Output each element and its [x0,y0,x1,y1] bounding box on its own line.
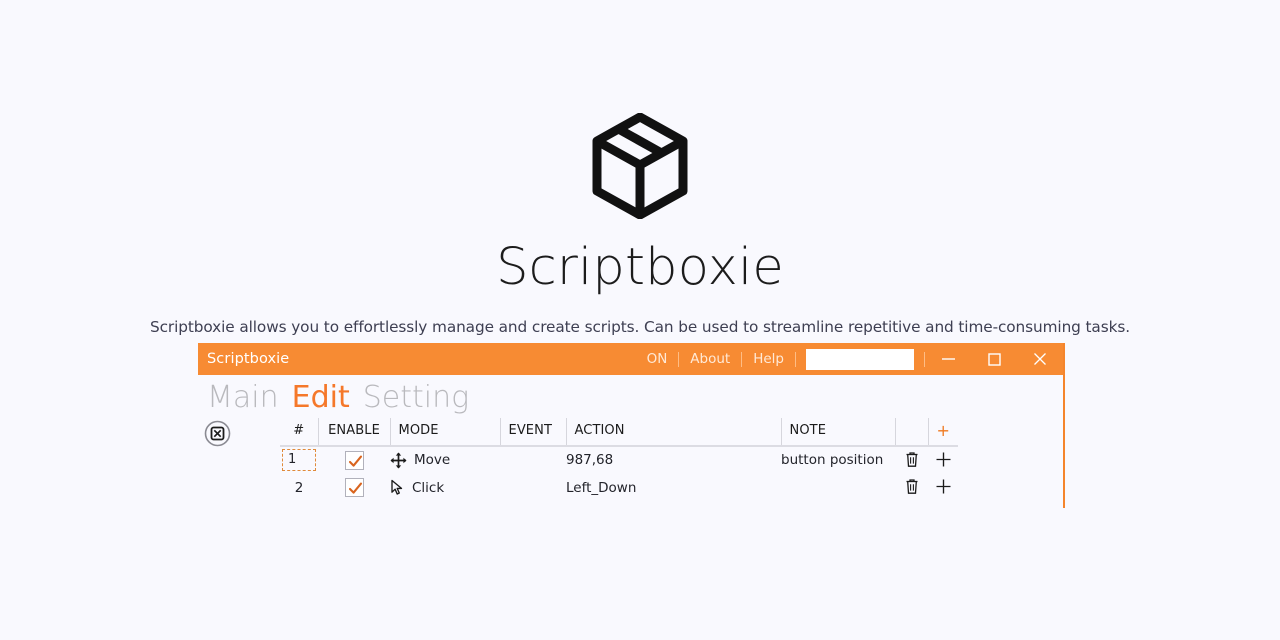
page-subtitle: Scriptboxie allows you to effortlessly m… [150,318,1130,336]
enable-checkbox[interactable] [344,478,364,497]
plus-icon[interactable] [932,448,954,470]
script-steps-table: # ENABLE MODE EVENT ACTION NOTE + 1 Move… [280,417,958,502]
row-delete-cell[interactable] [895,446,928,474]
column-header-note: NOTE [781,417,896,447]
row-add-cell[interactable] [928,446,958,474]
minimize-button[interactable] [925,343,971,375]
row-index-value[interactable]: 1 [282,449,316,471]
row-enable-cell[interactable] [318,446,390,474]
titlebar-divider [678,351,680,367]
titlebar-divider [741,351,743,367]
column-header-event: EVENT [500,417,567,447]
row-mode-cell[interactable]: Click [390,474,500,502]
titlebar-search-input[interactable] [806,348,914,370]
about-menu-item[interactable]: About [679,343,741,375]
row-add-cell[interactable] [928,474,958,502]
tab-setting[interactable]: Setting [363,382,469,414]
tab-bar: Main Edit Setting [198,375,1063,414]
table-row[interactable]: 2 Click Left_Down [280,474,958,502]
close-icon [1033,352,1047,366]
add-row-button[interactable]: + [928,417,958,447]
table-header-row: # ENABLE MODE EVENT ACTION NOTE + [280,417,958,447]
row-index-cell[interactable]: 1 [280,446,318,474]
maximize-icon [987,352,1001,366]
window-title: Scriptboxie [207,351,290,367]
tab-main[interactable]: Main [207,382,279,414]
column-header-delete [895,417,929,447]
column-header-enable: ENABLE [318,417,391,447]
row-mode-label: Click [412,479,445,496]
app-window: Scriptboxie ON About Help Main Edit Sett… [198,343,1065,508]
titlebar-divider [795,351,796,367]
enable-checkbox[interactable] [344,450,364,470]
row-action-cell[interactable]: 987,68 [566,446,781,474]
row-delete-cell[interactable] [895,474,928,502]
row-mode-cell[interactable]: Move [390,446,500,474]
row-index-value[interactable]: 2 [295,480,304,496]
trash-icon[interactable] [901,448,923,470]
page-root: Scriptboxie Scriptboxie allows you to ef… [0,0,1280,640]
page-title: Scriptboxie [496,238,784,297]
maximize-button[interactable] [971,343,1017,375]
stop-boxed-x-icon[interactable] [203,420,231,448]
column-header-mode: MODE [390,417,501,447]
row-mode-label: Move [414,452,451,468]
logo-wrap [0,108,1280,224]
check-icon [348,455,362,467]
column-header-index: # [280,417,319,447]
row-index-cell[interactable]: 2 [280,474,318,502]
cursor-click-icon [390,479,405,496]
column-header-action: ACTION [566,417,782,447]
move-arrows-icon [390,452,407,469]
table-body: 1 Move 987,68 button position 2 Click Le… [280,446,958,502]
plus-icon[interactable] [932,476,954,498]
row-event-cell[interactable] [500,474,566,502]
trash-icon[interactable] [901,476,923,498]
close-button[interactable] [1017,343,1063,375]
row-enable-cell[interactable] [318,474,390,502]
titlebar-divider [924,351,925,367]
on-toggle-button[interactable]: ON [636,343,679,375]
row-event-cell[interactable] [500,446,566,474]
row-action-cell[interactable]: Left_Down [566,474,781,502]
minimize-icon [941,354,956,364]
row-note-cell[interactable] [781,474,895,502]
window-titlebar: Scriptboxie ON About Help [198,343,1063,375]
hero-section: Scriptboxie Scriptboxie allows you to ef… [0,0,1280,336]
check-icon [348,482,362,494]
row-note-cell[interactable]: button position [781,446,895,474]
box-package-icon [591,113,689,219]
table-row[interactable]: 1 Move 987,68 button position [280,446,958,474]
help-menu-item[interactable]: Help [742,343,795,375]
table-head: # ENABLE MODE EVENT ACTION NOTE + [280,417,958,447]
tab-edit[interactable]: Edit [292,382,350,414]
